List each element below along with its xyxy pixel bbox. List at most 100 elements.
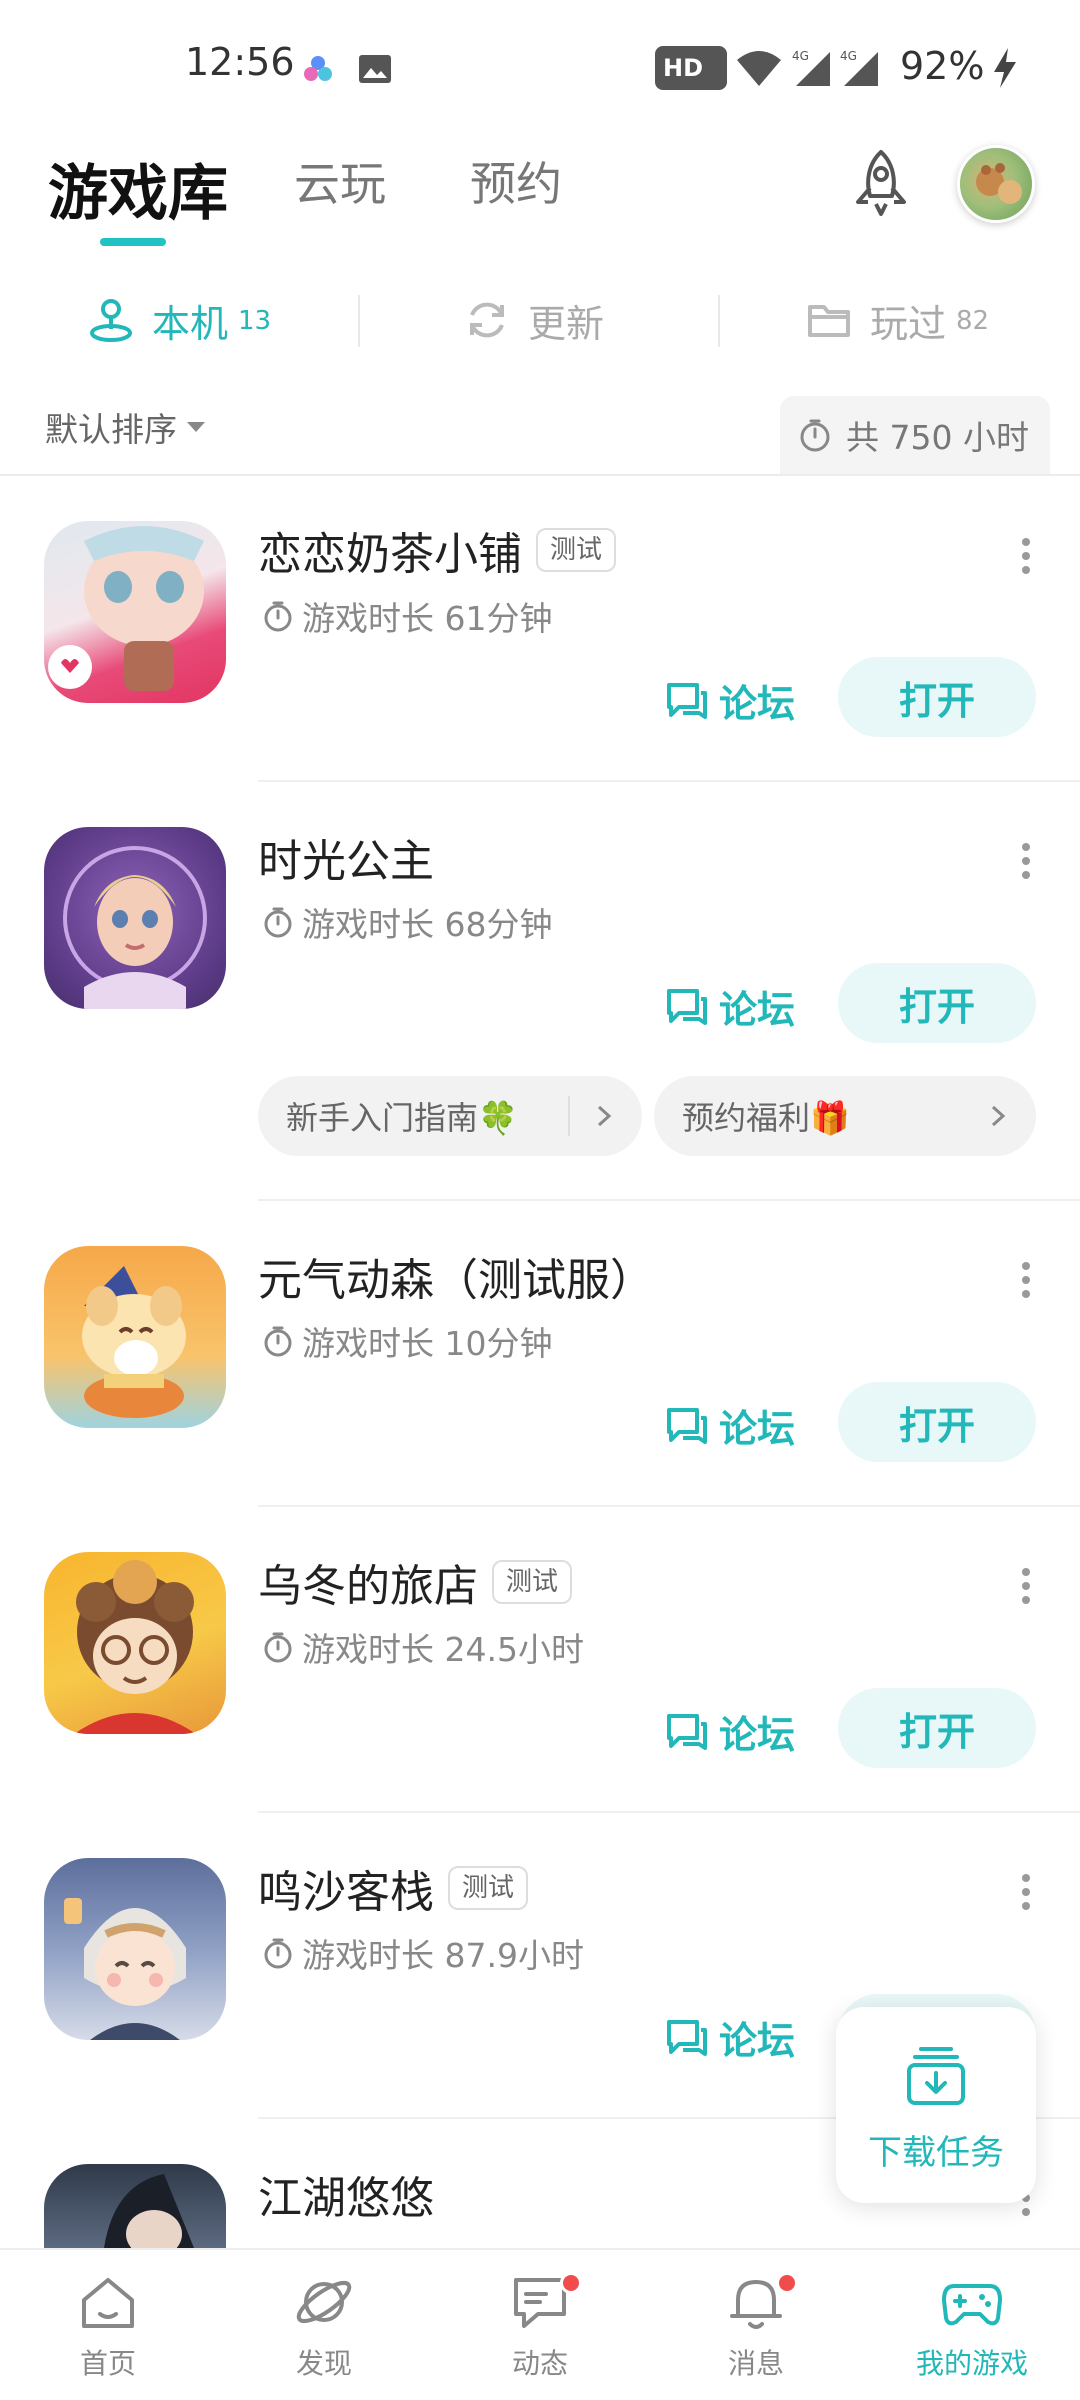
sort-dropdown[interactable]: 默认排序 bbox=[45, 403, 205, 451]
playtime-text: 游戏时长 61分钟 bbox=[302, 599, 553, 638]
subtab-played-count: 82 bbox=[956, 306, 990, 336]
open-button[interactable]: 打开 bbox=[838, 963, 1036, 1043]
refresh-icon bbox=[470, 302, 504, 338]
signal-icon: 4G bbox=[840, 49, 878, 86]
chip-beginner-guide[interactable]: 新手入门指南🍀 bbox=[258, 1076, 642, 1156]
bottom-nav: 首页 发现 动态 消息 我的游戏 bbox=[0, 2248, 1080, 2400]
forum-label: 论坛 bbox=[719, 2019, 796, 2063]
game-icon[interactable] bbox=[44, 1858, 226, 2040]
nav-home[interactable]: 首页 bbox=[0, 2250, 216, 2400]
open-button[interactable]: 打开 bbox=[838, 1688, 1036, 1768]
wifi-icon bbox=[737, 51, 781, 86]
tab-cloud-play[interactable]: 云玩 bbox=[294, 148, 386, 214]
game-title-text: 江湖悠悠 bbox=[258, 2173, 434, 2224]
more-options-icon[interactable] bbox=[1020, 1568, 1032, 1608]
nav-feed[interactable]: 动态 bbox=[432, 2250, 648, 2400]
phone-person-icon bbox=[90, 299, 132, 342]
nav-my-games[interactable]: 我的游戏 bbox=[864, 2250, 1080, 2400]
open-button[interactable]: 打开 bbox=[838, 657, 1036, 737]
timer-icon bbox=[264, 1938, 292, 1969]
home-icon bbox=[82, 2278, 134, 2328]
playtime: 游戏时长 68分钟 bbox=[262, 898, 552, 946]
playtime-text: 游戏时长 87.9小时 bbox=[302, 1936, 584, 1975]
nav-feed-label: 动态 bbox=[511, 2347, 568, 2380]
game-icon[interactable] bbox=[44, 2164, 226, 2248]
game-title[interactable]: 乌冬的旅店 测试 bbox=[258, 1550, 573, 1614]
game-title[interactable]: 鸣沙客栈 测试 bbox=[258, 1856, 529, 1920]
playtime: 游戏时长 87.9小时 bbox=[262, 1929, 584, 1977]
game-title-text: 鸣沙客栈 bbox=[258, 1867, 434, 1918]
forum-button[interactable]: 论坛 bbox=[665, 1704, 795, 1759]
subtab-played-label: 玩过 bbox=[870, 301, 947, 346]
timer-icon bbox=[264, 1326, 292, 1357]
game-artwork bbox=[74, 1560, 196, 1734]
game-icon[interactable] bbox=[44, 1552, 226, 1734]
game-icon[interactable] bbox=[44, 1246, 226, 1428]
game-artwork bbox=[64, 1898, 186, 2040]
forum-icon bbox=[667, 1407, 707, 1444]
game-title[interactable]: 元气动森（测试服） bbox=[258, 1244, 654, 1308]
game-title[interactable]: 时光公主 bbox=[258, 825, 434, 889]
sort-label: 默认排序 bbox=[45, 410, 177, 449]
subtab-played[interactable]: 玩过 82 bbox=[806, 290, 989, 350]
forum-button[interactable]: 论坛 bbox=[665, 1398, 795, 1453]
game-title-text: 时光公主 bbox=[258, 836, 434, 887]
caret-down-icon bbox=[187, 422, 205, 432]
forum-button[interactable]: 论坛 bbox=[665, 2010, 795, 2065]
status-time: 12:56 bbox=[185, 40, 295, 84]
chip-divider bbox=[568, 1096, 570, 1136]
total-playtime-text: 共 750 小时 bbox=[846, 418, 1029, 457]
timer-icon bbox=[264, 601, 292, 632]
forum-button[interactable]: 论坛 bbox=[665, 979, 795, 1034]
nav-messages[interactable]: 消息 bbox=[648, 2250, 864, 2400]
more-options-icon[interactable] bbox=[1020, 538, 1032, 578]
playtime: 游戏时长 61分钟 bbox=[262, 592, 552, 640]
forum-button[interactable]: 论坛 bbox=[665, 673, 795, 728]
nav-discover[interactable]: 发现 bbox=[216, 2250, 432, 2400]
subtab-local-count: 13 bbox=[238, 306, 272, 336]
game-icon[interactable] bbox=[44, 521, 226, 703]
game-icon[interactable] bbox=[44, 827, 226, 1009]
active-tab-indicator bbox=[100, 238, 166, 246]
download-tray-icon bbox=[907, 2047, 965, 2105]
hd-indicator: HD bbox=[655, 46, 727, 90]
timer-icon bbox=[264, 907, 292, 938]
nav-discover-label: 发现 bbox=[295, 2347, 352, 2380]
tab-game-library[interactable]: 游戏库 bbox=[48, 145, 228, 232]
test-badge: 测试 bbox=[492, 1560, 573, 1604]
subtab-divider bbox=[718, 295, 720, 347]
subtab-local[interactable]: 本机 13 bbox=[88, 290, 271, 350]
timer-icon bbox=[800, 419, 830, 452]
chip-reservation-bonus[interactable]: 预约福利🎁 bbox=[654, 1076, 1036, 1156]
more-options-icon[interactable] bbox=[1020, 1874, 1032, 1914]
forum-icon bbox=[667, 682, 707, 719]
avatar[interactable] bbox=[957, 145, 1035, 223]
timer-icon bbox=[264, 1632, 292, 1663]
total-playtime: 共 750 小时 bbox=[780, 396, 1050, 474]
forum-icon bbox=[667, 2019, 707, 2056]
chevron-right-icon bbox=[991, 1105, 1006, 1127]
download-task-button[interactable]: 下载任务 bbox=[836, 2007, 1036, 2203]
chevron-right-icon bbox=[597, 1105, 612, 1127]
open-button[interactable]: 打开 bbox=[838, 1382, 1036, 1462]
subtab-update[interactable]: 更新 bbox=[464, 290, 604, 350]
battery-percent: 92% bbox=[900, 44, 985, 88]
gamepad-icon bbox=[942, 2284, 1002, 2326]
status-bar: 12:56 HD 4G 4G 92% bbox=[0, 0, 1080, 130]
more-options-icon[interactable] bbox=[1020, 843, 1032, 883]
forum-label: 论坛 bbox=[719, 682, 796, 726]
hd-text: HD bbox=[663, 54, 704, 82]
game-title[interactable]: 江湖悠悠 bbox=[258, 2162, 434, 2226]
planet-icon bbox=[296, 2280, 352, 2324]
divider bbox=[258, 1505, 1080, 1507]
game-title[interactable]: 恋恋奶茶小铺 测试 bbox=[258, 518, 617, 582]
playtime-text: 游戏时长 10分钟 bbox=[302, 1324, 553, 1363]
game-title-text: 元气动森（测试服） bbox=[258, 1255, 654, 1306]
divider bbox=[258, 1199, 1080, 1201]
more-options-icon[interactable] bbox=[1020, 1262, 1032, 1302]
tab-reservation[interactable]: 预约 bbox=[470, 148, 562, 214]
subtab-divider bbox=[358, 295, 360, 347]
rocket-icon[interactable] bbox=[848, 148, 914, 218]
signal-icon: 4G bbox=[792, 49, 830, 86]
game-artwork bbox=[82, 1266, 186, 1418]
